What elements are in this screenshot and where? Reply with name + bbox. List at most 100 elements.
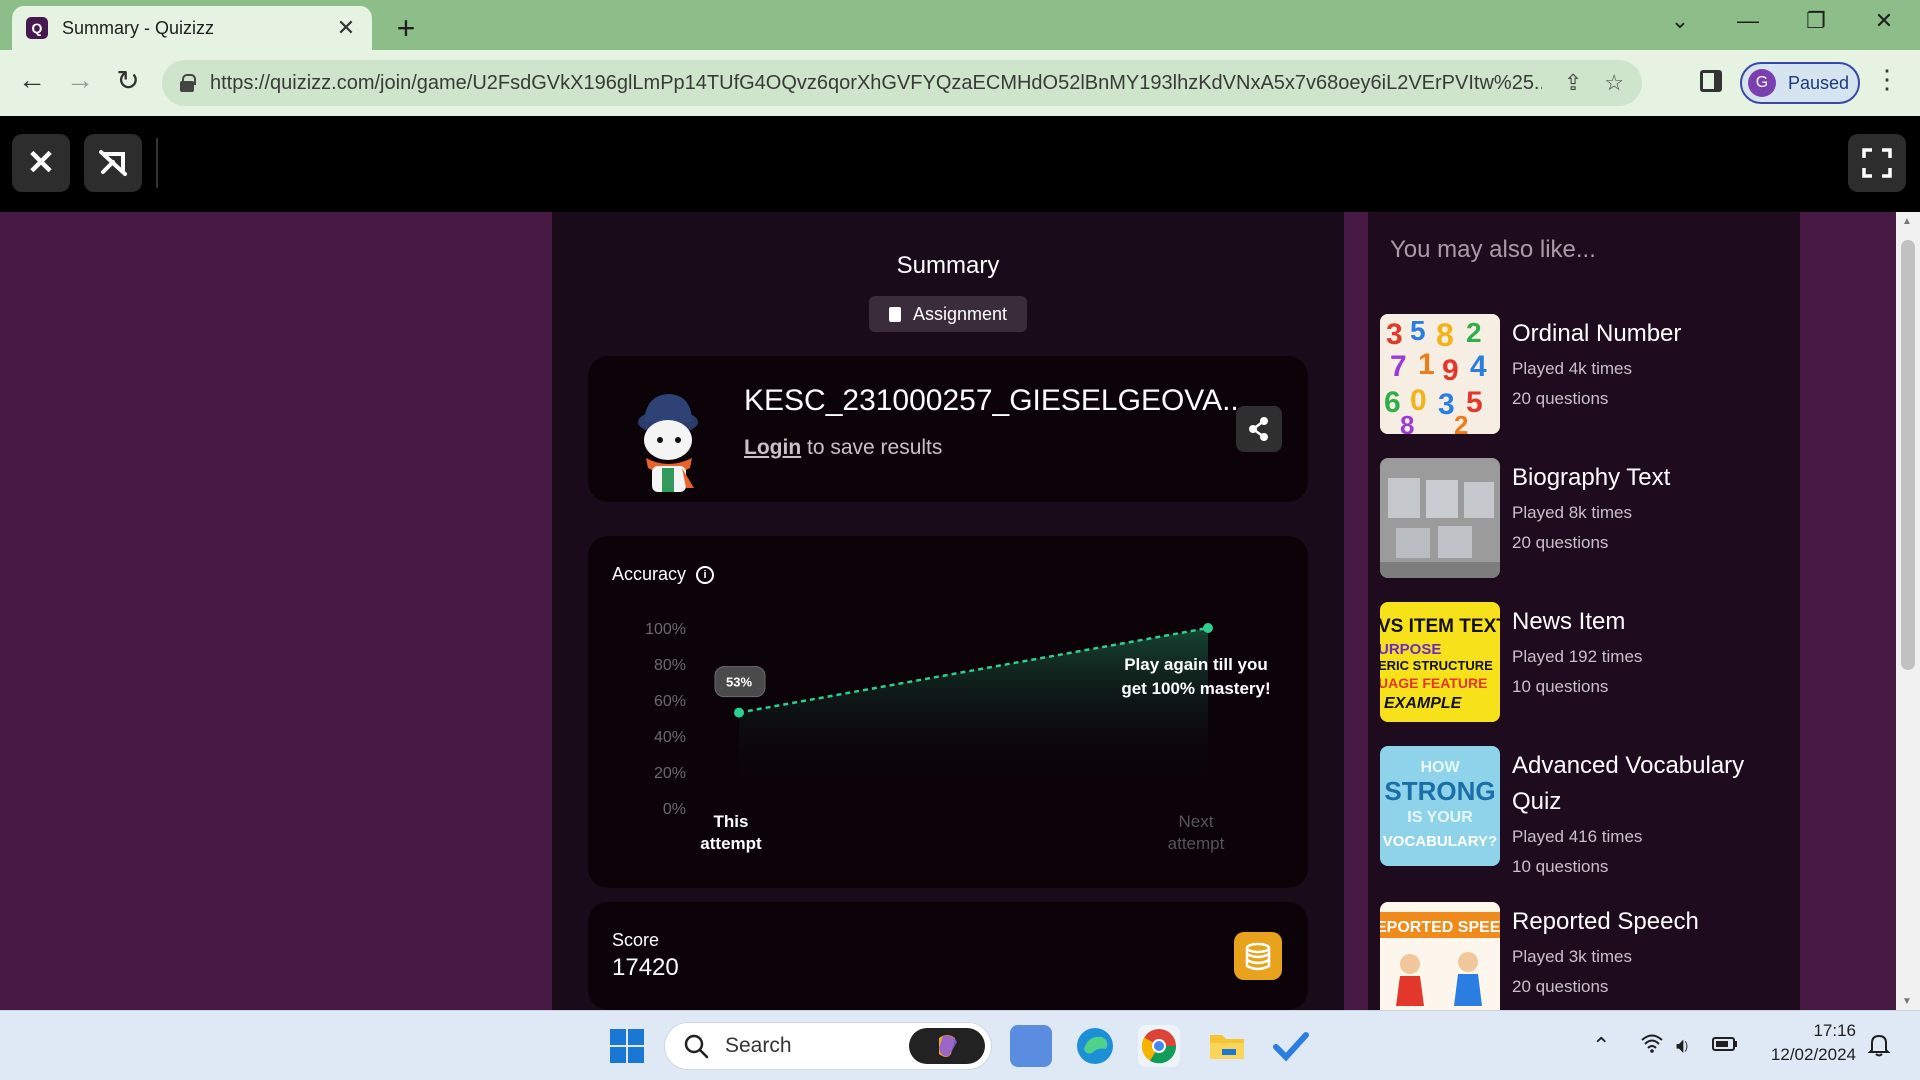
info-icon[interactable]: i: [696, 565, 715, 584]
quiz-play-count: Played 8k times: [1512, 503, 1632, 522]
x-label-next-attempt-line-1: Next: [1179, 812, 1214, 831]
profile-avatar: G: [1748, 69, 1776, 97]
chrome-browser-icon[interactable]: [1138, 1025, 1180, 1067]
restore-window-icon[interactable]: ❐: [1796, 8, 1836, 34]
scrollbar-thumb[interactable]: [1901, 240, 1915, 670]
tab-close-icon[interactable]: ✕: [334, 15, 358, 41]
fullscreen-icon: [1862, 148, 1892, 178]
login-prompt: Login to save results: [744, 436, 942, 460]
volume-icon[interactable]: 🔉︎: [1676, 1033, 1690, 1059]
reload-icon[interactable]: ↻: [110, 64, 146, 97]
browser-tab-active[interactable]: Q Summary - Quizizz ✕: [12, 6, 372, 50]
score-value: 17420: [612, 954, 679, 981]
x-label-this-attempt-line-1: This: [714, 812, 749, 831]
score-label: Score: [612, 930, 660, 950]
close-quiz-button[interactable]: ✕: [12, 134, 70, 192]
x-label-next-attempt-line-2: attempt: [1168, 834, 1225, 853]
accuracy-label: Accuracy: [612, 564, 687, 584]
this-attempt-value-label: 53%: [726, 675, 752, 690]
quiz-play-count: Played 192 times: [1512, 647, 1643, 666]
x-label-this-attempt-line-2: attempt: [700, 834, 762, 853]
summary-column: Summary Assignment KESC_231000257_GIESEL…: [552, 212, 1344, 1010]
quiz-thumbnail: EPORTED SPEEC: [1380, 902, 1500, 1010]
address-bar[interactable]: https://quizizz.com/join/game/U2FsdGVkX1…: [162, 60, 1642, 106]
forward-arrow-icon[interactable]: →: [62, 64, 98, 96]
svg-text:5: 5: [1410, 315, 1426, 346]
quiz-play-count: Played 416 times: [1512, 827, 1643, 846]
quiz-play-count: Played 3k times: [1512, 947, 1632, 966]
svg-text:8: 8: [1400, 410, 1414, 434]
thumb-text: VS ITEM TEXT: [1380, 616, 1500, 637]
login-link[interactable]: Login: [744, 436, 801, 459]
player-avatar: [638, 394, 698, 492]
thumb-text: URPOSE: [1380, 641, 1441, 658]
quiz-title: News Item: [1512, 608, 1626, 635]
edge-browser-icon[interactable]: [1074, 1025, 1116, 1067]
show-hidden-icons-chevron-icon[interactable]: ⌃: [1592, 1033, 1610, 1059]
coin-stack-icon: [1245, 942, 1271, 971]
taskbar-search-box[interactable]: Search: [664, 1022, 992, 1070]
wifi-icon[interactable]: [1640, 1033, 1664, 1059]
this-attempt-badge: 53%: [714, 666, 766, 698]
share-icon: [1249, 417, 1268, 441]
accuracy-chart: 100% 80% 60% 40% 20% 0% 53% Play again till y…: [645, 621, 1271, 853]
quiz-play-count: Played 4k times: [1512, 359, 1632, 378]
thumb-text: VOCABULARY?: [1383, 833, 1497, 850]
back-arrow-icon[interactable]: ←: [14, 64, 50, 96]
url-text[interactable]: https://quizizz.com/join/game/U2FsdGVkX1…: [210, 72, 1542, 95]
copilot-icon[interactable]: [909, 1028, 985, 1064]
tab-search-chevron-icon[interactable]: ⌄: [1660, 8, 1700, 34]
quizizz-favicon-icon: Q: [26, 17, 48, 39]
browser-menu-icon[interactable]: ⋮: [1874, 64, 1900, 95]
score-card: Score 17420: [588, 902, 1308, 1010]
os-taskbar: Search ⌃ 🔉︎ 17:16 12/02/2024: [0, 1010, 1920, 1080]
profile-button[interactable]: G Paused: [1740, 62, 1860, 104]
close-icon: ✕: [26, 144, 56, 182]
thumb-text: EXAMPLE: [1384, 695, 1463, 712]
this-attempt-point: [734, 707, 744, 718]
share-button[interactable]: [1236, 406, 1282, 452]
close-window-icon[interactable]: ✕: [1864, 8, 1904, 34]
scroll-up-arrow-icon[interactable]: ▲: [1902, 216, 1912, 227]
todo-app-icon[interactable]: [1270, 1025, 1312, 1067]
clock-date[interactable]: 12/02/2024: [1756, 1045, 1856, 1065]
copilot-preview-icon[interactable]: [1010, 1025, 1052, 1067]
side-panel-icon[interactable]: [1700, 70, 1722, 92]
player-name: KESC_231000257_GIESELGEOVA...: [744, 384, 1248, 417]
summary-page: Summary Assignment KESC_231000257_GIESEL…: [0, 212, 1920, 1010]
scroll-down-arrow-icon[interactable]: ▼: [1902, 996, 1912, 1007]
notification-bell-icon[interactable]: [1867, 1033, 1891, 1063]
quiz-question-count: 10 questions: [1512, 677, 1609, 696]
tab-title: Summary - Quizizz: [62, 17, 215, 38]
page-scrollbar[interactable]: ▲ ▼: [1896, 212, 1920, 1010]
quiz-thumbnail: VS ITEM TEXT URPOSE ERIC STRUCTURE UAGE …: [1380, 602, 1500, 722]
accuracy-heading: Accuracy i: [612, 564, 715, 585]
bookmark-star-icon[interactable]: ☆: [1604, 70, 1624, 96]
battery-icon[interactable]: [1712, 1033, 1738, 1059]
y-tick-label: 0%: [663, 801, 686, 818]
fullscreen-button[interactable]: [1848, 134, 1906, 192]
windows-start-icon[interactable]: [606, 1025, 648, 1067]
quiz-thumbnail: [1380, 458, 1500, 578]
disable-effects-button[interactable]: [84, 134, 142, 192]
mode-badge: Assignment: [869, 296, 1027, 332]
share-page-icon[interactable]: ⇪: [1564, 70, 1582, 96]
file-explorer-icon[interactable]: [1206, 1025, 1248, 1067]
quiz-thumbnail: 3 5 8 2 7 1 9 4 6 0 3 5 8 2: [1380, 314, 1500, 434]
new-tab-button[interactable]: +: [388, 10, 424, 47]
y-tick-label: 40%: [654, 729, 686, 746]
lock-icon[interactable]: [180, 74, 196, 92]
coins-icon[interactable]: [1234, 932, 1282, 980]
svg-text:3: 3: [1438, 388, 1455, 421]
quiz-question-count: 10 questions: [1512, 857, 1609, 876]
page-title: Summary: [896, 252, 1000, 279]
quiz-thumbnail: HOW STRONG IS YOUR VOCABULARY?: [1380, 746, 1500, 866]
clock-time[interactable]: 17:16: [1756, 1021, 1856, 1041]
quiz-title: Advanced Vocabulary Quiz: [1512, 752, 1745, 815]
top-bar-divider: [156, 138, 158, 188]
login-prompt-suffix: to save results: [801, 436, 943, 459]
quiz-question-count: 20 questions: [1512, 977, 1609, 996]
browser-toolbar: ← → ↻ https://quizizz.com/join/game/U2Fs…: [0, 50, 1920, 116]
y-tick-label: 20%: [654, 765, 686, 782]
minimize-window-icon[interactable]: —: [1728, 8, 1768, 34]
